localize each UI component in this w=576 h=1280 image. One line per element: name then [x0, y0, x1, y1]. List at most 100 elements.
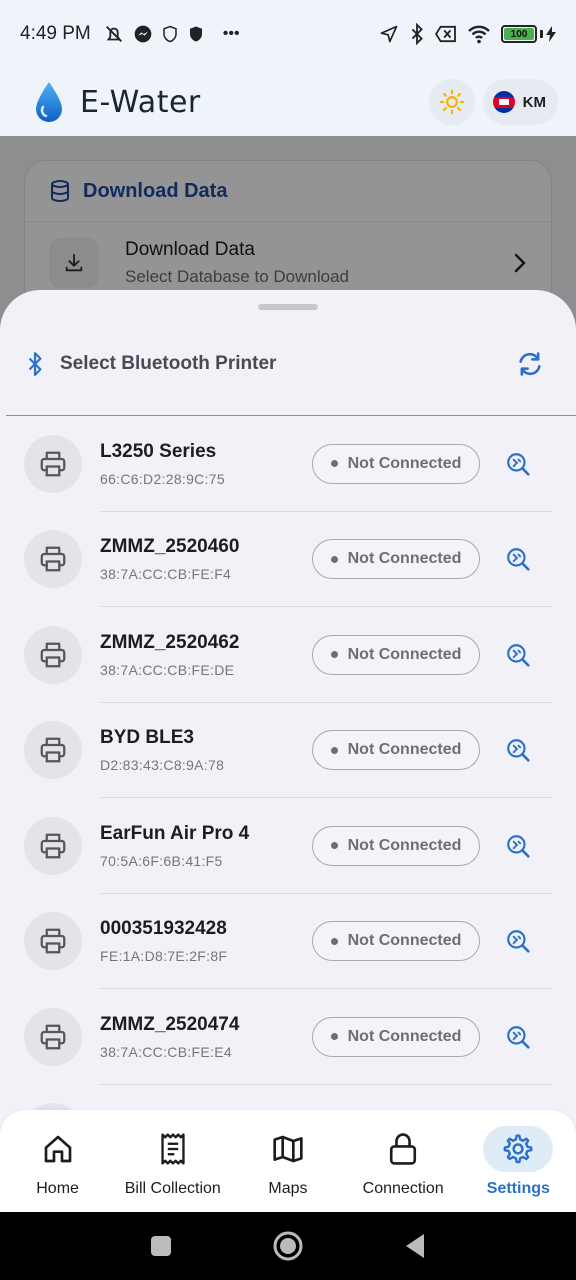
- device-mac: D2:83:43:C8:9A:78: [100, 757, 225, 774]
- printer-avatar: [24, 625, 82, 684]
- device-name: ZMMZ_2520474: [100, 1013, 240, 1035]
- status-time: 4:49 PM: [20, 23, 91, 44]
- scan-device-button[interactable]: [500, 828, 536, 864]
- search-scan-icon: [507, 834, 530, 858]
- sun-icon: [439, 89, 465, 115]
- device-name: BYD BLE3: [100, 727, 194, 749]
- bluetooth-status-icon: [411, 23, 423, 45]
- sheet-title: Select Bluetooth Printer: [60, 353, 277, 374]
- device-name: 000351932428: [100, 918, 227, 940]
- nav-connection[interactable]: Connection: [347, 1126, 459, 1198]
- device-list: L3250 Series 66:C6:D2:28:9C:75 Not Connec…: [0, 416, 576, 1161]
- scan-device-button[interactable]: [500, 1019, 536, 1055]
- nav-maps-label: Maps: [268, 1180, 308, 1197]
- printer-icon: [40, 1024, 66, 1050]
- device-name: ZMMZ_2520462: [100, 631, 240, 653]
- status-bar: 4:49 PM ••• 100: [0, 0, 576, 68]
- device-name: EarFun Air Pro 4: [100, 822, 250, 844]
- app-title: E-Water: [80, 84, 201, 120]
- nav-bill-collection[interactable]: Bill Collection: [117, 1126, 229, 1198]
- sheet-drag-handle[interactable]: [258, 304, 318, 310]
- device-row[interactable]: BYD BLE3 D2:83:43:C8:9A:78 Not Connected: [0, 703, 576, 799]
- printer-icon: [40, 451, 66, 477]
- back-icon[interactable]: [404, 1233, 426, 1259]
- device-mac: 38:7A:CC:CB:FE:E4: [100, 1043, 232, 1060]
- scan-device-button[interactable]: [500, 732, 536, 768]
- connection-status-chip[interactable]: Not Connected: [312, 443, 480, 484]
- connection-status-chip[interactable]: Not Connected: [312, 634, 480, 675]
- printer-avatar: [24, 816, 82, 875]
- printer-avatar: [24, 434, 82, 493]
- device-mac: 70:5A:6F:6B:41:F5: [100, 852, 223, 869]
- refresh-button[interactable]: [510, 344, 550, 384]
- device-row[interactable]: ZMMZ_2520460 38:7A:CC:CB:FE:F4 Not Connec…: [0, 512, 576, 608]
- no-sim-icon: [435, 25, 456, 43]
- device-mac: 66:C6:D2:28:9C:75: [100, 470, 225, 487]
- bottom-navigation: Home Bill Collection Maps Connection Set…: [0, 1110, 576, 1212]
- connection-status-label: Not Connected: [347, 550, 462, 568]
- scan-device-button[interactable]: [500, 637, 536, 673]
- muted-alarm-icon: [105, 26, 122, 42]
- printer-avatar: [24, 912, 82, 971]
- device-row[interactable]: EarFun Air Pro 4 70:5A:6F:6B:41:F5 Not Co…: [0, 798, 576, 894]
- theme-toggle-button[interactable]: [428, 79, 475, 125]
- nav-connection-label: Connection: [362, 1180, 444, 1197]
- nav-maps[interactable]: Maps: [232, 1126, 344, 1198]
- printer-icon: [40, 737, 66, 763]
- connection-status-chip[interactable]: Not Connected: [312, 1016, 480, 1057]
- nav-settings[interactable]: Settings: [462, 1126, 574, 1198]
- printer-icon: [40, 642, 66, 668]
- search-scan-icon: [507, 739, 530, 762]
- connection-status-label: Not Connected: [347, 454, 462, 472]
- search-scan-icon: [507, 548, 530, 571]
- device-name: ZMMZ_2520460: [100, 536, 240, 558]
- connection-status-chip[interactable]: Not Connected: [312, 539, 480, 580]
- device-mac: FE:1A:D8:7E:2F:8F: [100, 948, 228, 965]
- gear-icon: [503, 1134, 533, 1164]
- connection-status-chip[interactable]: Not Connected: [312, 730, 480, 771]
- language-code: KM: [522, 93, 546, 111]
- map-icon: [273, 1135, 303, 1163]
- location-icon: [380, 25, 398, 43]
- connection-status-chip[interactable]: Not Connected: [312, 921, 480, 962]
- device-mac: 38:7A:CC:CB:FE:F4: [100, 566, 232, 583]
- device-row[interactable]: 000351932428 FE:1A:D8:7E:2F:8F Not Connec…: [0, 894, 576, 990]
- lock-icon: [390, 1133, 417, 1165]
- system-navigation-bar: [0, 1212, 576, 1280]
- connection-status-chip[interactable]: Not Connected: [312, 825, 480, 866]
- device-row[interactable]: ZMMZ_2520474 38:7A:CC:CB:FE:E4 Not Connec…: [0, 989, 576, 1085]
- device-row[interactable]: L3250 Series 66:C6:D2:28:9C:75 Not Connec…: [0, 416, 576, 512]
- printer-avatar: [24, 530, 82, 589]
- home-icon: [44, 1135, 71, 1163]
- device-mac: 38:7A:CC:CB:FE:DE: [100, 661, 235, 678]
- nav-bill-collection-label: Bill Collection: [124, 1180, 221, 1197]
- search-scan-icon: [507, 1025, 530, 1049]
- nav-home-label: Home: [36, 1180, 79, 1197]
- printer-icon: [40, 928, 66, 954]
- bluetooth-icon: [28, 352, 42, 376]
- security-icon: [189, 26, 202, 42]
- nav-settings-label: Settings: [486, 1180, 550, 1197]
- shield-icon: [163, 25, 177, 43]
- sheet-header: Select Bluetooth Printer: [0, 334, 576, 394]
- nav-home[interactable]: Home: [2, 1126, 114, 1198]
- printer-icon: [40, 833, 66, 859]
- home-button-icon[interactable]: [272, 1230, 304, 1262]
- language-switch-button[interactable]: KM: [482, 79, 558, 125]
- scan-device-button[interactable]: [500, 541, 536, 577]
- water-drop-logo-icon: [36, 82, 62, 122]
- scan-device-button[interactable]: [500, 923, 536, 959]
- recent-apps-icon[interactable]: [150, 1235, 172, 1257]
- refresh-icon: [519, 352, 541, 376]
- connection-status-label: Not Connected: [347, 1027, 462, 1045]
- device-row[interactable]: ZMMZ_2520462 38:7A:CC:CB:FE:DE Not Connec…: [0, 607, 576, 703]
- cambodia-flag-icon: [492, 91, 515, 113]
- connection-status-label: Not Connected: [347, 932, 462, 950]
- search-scan-icon: [507, 930, 530, 953]
- search-scan-icon: [507, 452, 530, 476]
- battery-indicator: 100: [501, 25, 556, 43]
- connection-status-label: Not Connected: [347, 836, 462, 854]
- bluetooth-printer-sheet: Select Bluetooth Printer L3250 Series 66:…: [0, 290, 576, 1212]
- app-header: E-Water KM: [0, 68, 576, 136]
- scan-device-button[interactable]: [500, 446, 536, 482]
